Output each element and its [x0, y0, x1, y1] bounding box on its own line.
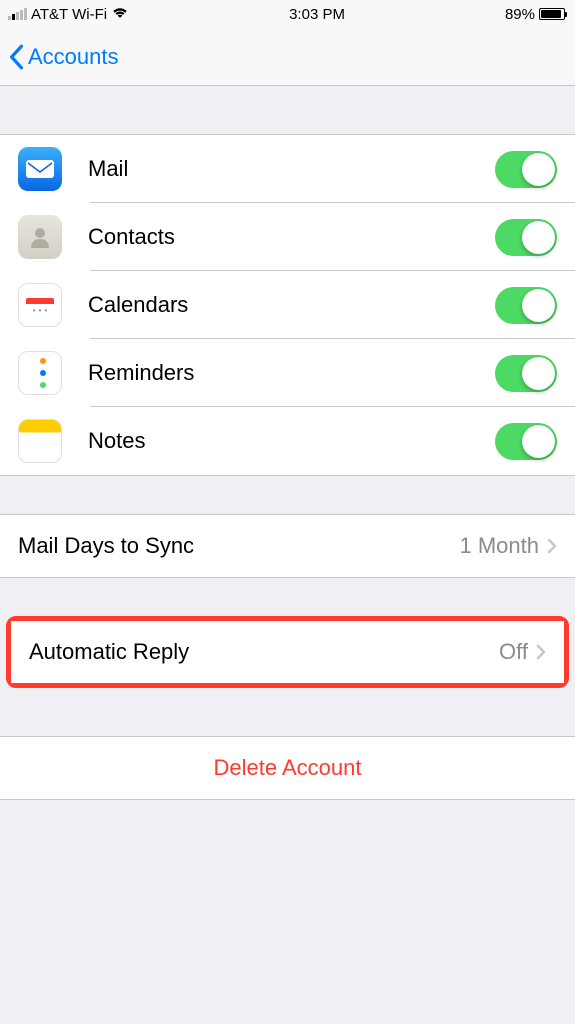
- delete-account-label: Delete Account: [214, 755, 362, 781]
- mail-icon: [18, 147, 62, 191]
- delete-account-group: Delete Account: [0, 736, 575, 800]
- carrier-label: AT&T Wi-Fi: [31, 6, 107, 23]
- status-time: 3:03 PM: [289, 6, 345, 23]
- battery-percent: 89%: [505, 6, 535, 23]
- service-row-notes: Notes: [0, 407, 575, 475]
- status-bar: AT&T Wi-Fi 3:03 PM 89%: [0, 0, 575, 28]
- service-label: Notes: [88, 428, 495, 454]
- mail-sync-value: 1 Month: [460, 533, 540, 559]
- service-row-reminders: Reminders: [0, 339, 575, 407]
- reminders-icon: [18, 351, 62, 395]
- mail-sync-label: Mail Days to Sync: [18, 533, 194, 559]
- contacts-icon: [18, 215, 62, 259]
- automatic-reply-row[interactable]: Automatic Reply Off: [11, 621, 564, 683]
- battery-icon: [539, 8, 567, 20]
- automatic-reply-highlight: Automatic Reply Off: [6, 616, 569, 688]
- service-label: Reminders: [88, 360, 495, 386]
- service-row-mail: Mail: [0, 135, 575, 203]
- delete-account-button[interactable]: Delete Account: [0, 737, 575, 799]
- chevron-right-icon: [536, 644, 546, 660]
- back-label: Accounts: [28, 44, 119, 70]
- chevron-right-icon: [547, 538, 557, 554]
- navigation-bar: Accounts: [0, 28, 575, 86]
- service-row-contacts: Contacts: [0, 203, 575, 271]
- service-label: Calendars: [88, 292, 495, 318]
- notes-icon: [18, 419, 62, 463]
- service-row-calendars: ••• Calendars: [0, 271, 575, 339]
- cellular-signal-icon: [8, 8, 27, 20]
- mail-days-to-sync-row[interactable]: Mail Days to Sync 1 Month: [0, 515, 575, 577]
- chevron-left-icon: [8, 44, 24, 70]
- reminders-toggle[interactable]: [495, 355, 557, 392]
- back-button[interactable]: Accounts: [8, 44, 119, 70]
- mail-toggle[interactable]: [495, 151, 557, 188]
- wifi-icon: [111, 6, 129, 23]
- service-label: Contacts: [88, 224, 495, 250]
- calendars-toggle[interactable]: [495, 287, 557, 324]
- contacts-toggle[interactable]: [495, 219, 557, 256]
- mail-sync-group: Mail Days to Sync 1 Month: [0, 514, 575, 578]
- notes-toggle[interactable]: [495, 423, 557, 460]
- calendars-icon: •••: [18, 283, 62, 327]
- service-label: Mail: [88, 156, 495, 182]
- auto-reply-value: Off: [499, 639, 528, 665]
- auto-reply-label: Automatic Reply: [29, 639, 189, 665]
- services-list: Mail Contacts ••• Calendars: [0, 134, 575, 476]
